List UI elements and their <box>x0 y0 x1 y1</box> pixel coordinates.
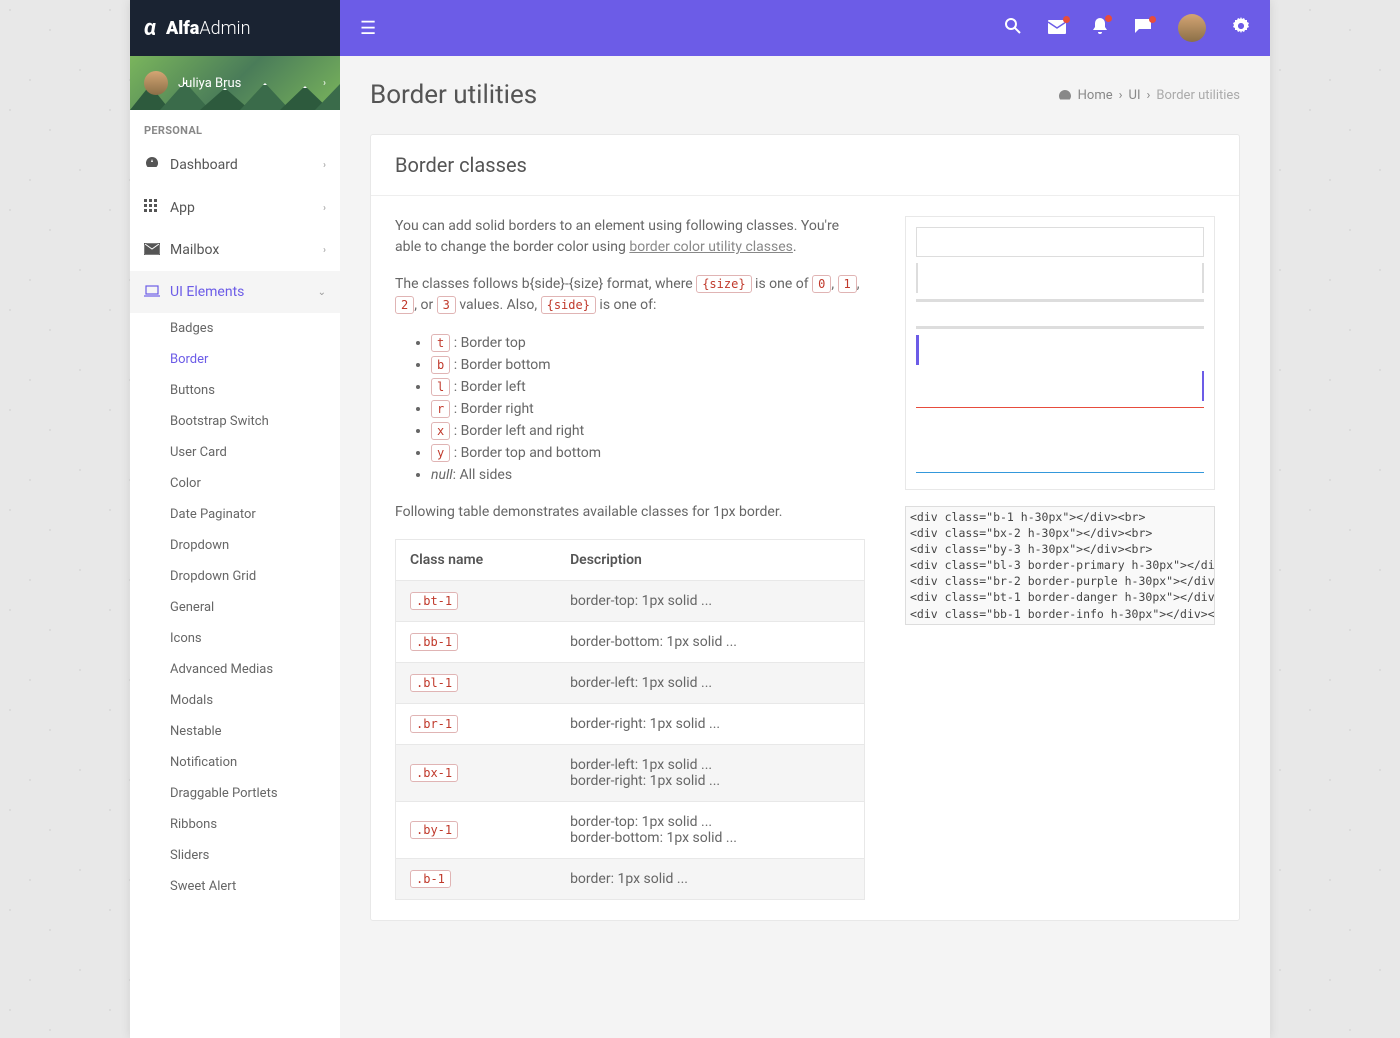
list-item: r : Border right <box>431 398 865 420</box>
nav-label: Mailbox <box>170 242 219 258</box>
main-content: ☰ <box>340 0 1270 1038</box>
page-title: Border utilities <box>370 80 537 110</box>
sub-item-border[interactable]: Border <box>130 344 340 375</box>
sub-item-draggable-portlets[interactable]: Draggable Portlets <box>130 778 340 809</box>
laptop-icon <box>144 283 170 301</box>
dashboard-icon <box>144 155 170 175</box>
list-item: t : Border top <box>431 332 865 354</box>
sub-item-nestable[interactable]: Nestable <box>130 716 340 747</box>
breadcrumb: Home › UI › Border utilities <box>1058 88 1240 103</box>
sub-item-modals[interactable]: Modals <box>130 685 340 716</box>
demo-bl-3-primary <box>916 335 1204 365</box>
demo-bb-1-info <box>916 443 1204 473</box>
sub-item-general[interactable]: General <box>130 592 340 623</box>
demo-bt-1-danger <box>916 407 1204 437</box>
chat-icon[interactable] <box>1134 18 1152 39</box>
sub-item-date-paginator[interactable]: Date Paginator <box>130 499 340 530</box>
format-paragraph: The classes follows b{side}-{size} forma… <box>395 274 865 316</box>
menu-toggle-icon[interactable]: ☰ <box>360 18 376 39</box>
user-panel[interactable]: Juliya Brus › <box>130 56 340 110</box>
table-row: .bl-1border-left: 1px solid ... <box>396 663 865 704</box>
crumb-current: Border utilities <box>1156 88 1240 103</box>
demo-b-1 <box>916 227 1204 257</box>
table-row: .by-1border-top: 1px solid ... border-bo… <box>396 802 865 859</box>
sub-item-bootstrap-switch[interactable]: Bootstrap Switch <box>130 406 340 437</box>
sub-item-ribbons[interactable]: Ribbons <box>130 809 340 840</box>
grid-icon <box>144 199 170 217</box>
th-desc: Description <box>556 540 864 581</box>
sides-list: t : Border topb : Border bottoml : Borde… <box>395 332 865 486</box>
topbar: ☰ <box>340 0 1270 56</box>
sub-item-color[interactable]: Color <box>130 468 340 499</box>
sidebar: α AlfaAdmin Juliya Brus › PERSONAL <box>130 0 340 1038</box>
list-item: y : Border top and bottom <box>431 442 865 464</box>
table-row: .b-1border: 1px solid ... <box>396 859 865 900</box>
crumb-home[interactable]: Home <box>1078 88 1113 103</box>
nav-label: Dashboard <box>170 157 238 173</box>
table-row: .bb-1border-bottom: 1px solid ... <box>396 622 865 663</box>
notification-dot <box>1063 16 1070 23</box>
link-border-color[interactable]: border color utility classes <box>629 239 793 255</box>
brand-name-1: Alfa <box>166 18 199 39</box>
card-title: Border classes <box>371 135 1239 196</box>
classes-table: Class name Description .bt-1border-top: … <box>395 539 865 900</box>
table-row: .bx-1border-left: 1px solid ... border-r… <box>396 745 865 802</box>
mail-icon[interactable] <box>1048 18 1066 39</box>
user-name: Juliya Brus <box>178 76 241 91</box>
gear-icon[interactable] <box>1232 17 1250 40</box>
sub-item-dropdown-grid[interactable]: Dropdown Grid <box>130 561 340 592</box>
user-avatar <box>144 71 168 95</box>
table-intro: Following table demonstrates available c… <box>395 502 865 523</box>
code-side: {side} <box>541 296 596 314</box>
sub-item-sweet-alert[interactable]: Sweet Alert <box>130 871 340 902</box>
list-item: l : Border left <box>431 376 865 398</box>
chevron-right-icon: › <box>323 78 326 89</box>
sidebar-item-dashboard[interactable]: Dashboard › <box>130 143 340 187</box>
chevron-right-icon: › <box>323 203 326 214</box>
sub-item-advanced-medias[interactable]: Advanced Medias <box>130 654 340 685</box>
th-class: Class name <box>396 540 557 581</box>
card-border-classes: Border classes You can add solid borders… <box>370 134 1240 921</box>
sub-item-icons[interactable]: Icons <box>130 623 340 654</box>
page-header: Border utilities Home › UI › Border util… <box>340 56 1270 134</box>
sub-item-dropdown[interactable]: Dropdown <box>130 530 340 561</box>
demo-bx-2 <box>916 263 1204 293</box>
mail-icon <box>144 241 170 259</box>
sub-item-user-card[interactable]: User Card <box>130 437 340 468</box>
chevron-right-icon: › <box>323 160 326 171</box>
avatar[interactable] <box>1178 14 1206 42</box>
list-item: x : Border left and right <box>431 420 865 442</box>
demo-br-2-purple <box>916 371 1204 401</box>
nav-label: UI Elements <box>170 284 244 300</box>
sub-item-badges[interactable]: Badges <box>130 313 340 344</box>
table-row: .br-1border-right: 1px solid ... <box>396 704 865 745</box>
code-example: <div class="b-1 h-30px"></div><br> <div … <box>905 506 1215 625</box>
chevron-down-icon: ⌄ <box>318 287 326 298</box>
nav-label: App <box>170 200 195 216</box>
notification-dot <box>1105 15 1112 22</box>
bell-icon[interactable] <box>1092 17 1108 40</box>
logo-icon: α <box>144 16 156 41</box>
demo-preview <box>905 216 1215 490</box>
brand-name-2: Admin <box>199 18 250 39</box>
sub-item-notification[interactable]: Notification <box>130 747 340 778</box>
chevron-right-icon: › <box>323 245 326 256</box>
notification-dot <box>1149 16 1156 23</box>
sidebar-item-app[interactable]: App › <box>130 187 340 229</box>
intro-paragraph: You can add solid borders to an element … <box>395 216 865 258</box>
sidebar-item-ui-elements[interactable]: UI Elements ⌄ <box>130 271 340 313</box>
dashboard-icon <box>1058 89 1072 101</box>
crumb-ui[interactable]: UI <box>1129 88 1141 103</box>
list-item: null: All sides <box>431 464 865 486</box>
nav-section-label: PERSONAL <box>130 110 340 143</box>
search-icon[interactable] <box>1004 17 1022 40</box>
sub-item-buttons[interactable]: Buttons <box>130 375 340 406</box>
sidebar-item-mailbox[interactable]: Mailbox › <box>130 229 340 271</box>
sub-item-sliders[interactable]: Sliders <box>130 840 340 871</box>
list-item: b : Border bottom <box>431 354 865 376</box>
logo[interactable]: α AlfaAdmin <box>130 0 340 56</box>
table-row: .bt-1border-top: 1px solid ... <box>396 581 865 622</box>
demo-by-3 <box>916 299 1204 329</box>
code-size: {size} <box>696 275 751 293</box>
